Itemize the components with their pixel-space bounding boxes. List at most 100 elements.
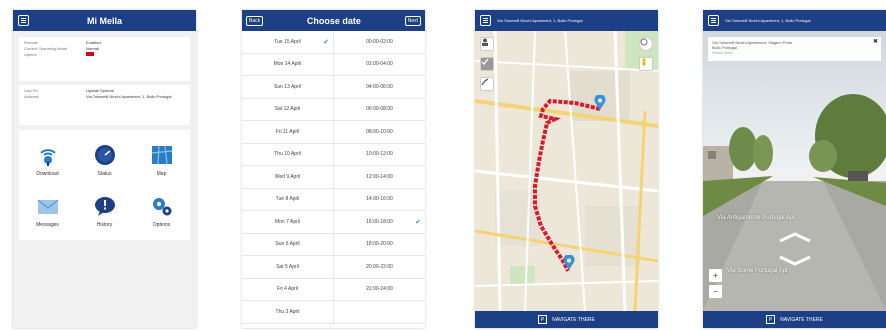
pegman-icon[interactable] [639, 57, 653, 71]
check-icon: ✔ [415, 218, 421, 226]
card-subtitle: Street View [712, 50, 733, 55]
date-label: Sat 12 April [274, 106, 301, 113]
navigate-button[interactable]: P NAVIGATE THERE [703, 311, 886, 328]
time-cell[interactable]: 02:00-04:00 [334, 54, 425, 76]
tile-label: Messages [36, 221, 59, 228]
address-row: Address Via Tolomelli Ninchi Apartment, … [24, 94, 185, 100]
street-header-address: Via Tolomelli Ninchi Apartment, 1, Bollo… [725, 18, 811, 23]
back-button[interactable]: Back [246, 15, 264, 26]
time-label: 20:00-22:00 [366, 263, 393, 270]
street-header: Via Tolomelli Ninchi Apartment, 1, Bollo… [703, 10, 886, 31]
tile-label: Status [97, 170, 112, 177]
date-cell[interactable]: Mon 14 April [242, 53, 334, 75]
date-cell[interactable]: Sun 13 April [242, 76, 334, 98]
route-map[interactable] [475, 31, 658, 311]
time-label: 16:00-18:00 [366, 218, 393, 225]
date-label: Mon 14 April [273, 61, 302, 68]
time-label: 06:00-08:00 [366, 106, 393, 113]
map-icon [150, 143, 174, 167]
street-view-info-card: Via Tolomelli Ninchi Apartment, Viagem P… [708, 37, 881, 61]
route-icon[interactable] [480, 77, 494, 91]
street-view-screen: Via Tolomelli Ninchi Apartment, 1, Bollo… [703, 10, 886, 328]
compass-icon[interactable] [639, 37, 653, 51]
time-cell[interactable]: 16:00-18:00 ✔ [334, 211, 425, 233]
menu-icon[interactable] [480, 15, 491, 26]
time-cell[interactable]: 04:00-06:00 [334, 76, 425, 98]
date-row: Thu 10 April 10:00-12:00 [242, 143, 425, 166]
time-cell[interactable]: 12:00-14:00 [334, 166, 425, 188]
zoom-in-icon[interactable]: + [709, 269, 722, 282]
envelope-icon [36, 194, 60, 218]
tile-options[interactable]: Options [133, 185, 190, 236]
app-header: Mi Mella [13, 10, 196, 31]
time-label: 12:00-14:00 [366, 173, 393, 180]
date-cell[interactable]: Mon 7 April [242, 211, 334, 233]
time-cell[interactable]: 00:00-02:00 [334, 31, 425, 53]
navigate-label: NAVIGATE THERE [780, 316, 823, 323]
tile-messages[interactable]: Messages [19, 185, 76, 236]
navigate-icon: P [766, 315, 776, 324]
time-label: 18:00-20:00 [366, 241, 393, 248]
time-cell[interactable]: 20:00-22:00 [334, 256, 425, 278]
satellite-signal-icon [36, 143, 60, 167]
date-label: Thu 3 April [275, 308, 300, 315]
time-cell[interactable]: 22:00-24:00 [334, 279, 425, 301]
time-cell[interactable]: 06:00-08:00 [334, 99, 425, 121]
date-label: Wed 9 April [274, 173, 301, 180]
date-label: Fri 11 April [275, 128, 300, 135]
person-icon[interactable] [480, 37, 494, 51]
date-cell[interactable]: Thu 10 April [242, 143, 334, 165]
tile-history[interactable]: History [76, 185, 133, 236]
close-icon[interactable]: ✖ [873, 39, 878, 45]
speech-bubble-icon [93, 194, 117, 218]
date-row: Sun 6 April 18:00-20:00 [242, 233, 425, 256]
date-cell[interactable]: Sat 12 April [242, 98, 334, 120]
time-label: 10:00-12:00 [366, 151, 393, 158]
date-row: Tue 15 April ✔ 00:00-02:00 [242, 31, 425, 54]
date-time-list: Tue 15 April ✔ 00:00-02:00 Mon 14 April 02:0… [242, 31, 425, 328]
route-map-screen: Via Tolomelli Ninchi Apartment, 1, Bollo… [475, 10, 658, 328]
time-label: 22:00-24:00 [366, 286, 393, 293]
date-row: Mon 14 April 02:00-04:00 [242, 53, 425, 76]
tile-label: Download [36, 170, 59, 177]
time-cell[interactable]: 14:00-16:00 [334, 189, 425, 211]
status-key: Uptime [24, 52, 37, 57]
time-cell[interactable]: 18:00-20:00 [334, 234, 425, 256]
menu-icon[interactable] [708, 15, 719, 26]
navigate-button[interactable]: P NAVIGATE THERE [475, 311, 658, 328]
zoom-out-icon[interactable]: − [709, 285, 722, 298]
address-key: Address [24, 94, 39, 99]
time-cell[interactable]: 10:00-12:00 [334, 144, 425, 166]
date-label: Tue 15 April [274, 38, 301, 45]
date-cell[interactable]: Thu 3 April [242, 301, 334, 323]
feature-grid: Download Status Map Messages History Opt… [19, 130, 190, 240]
tile-download[interactable]: Download [19, 134, 76, 185]
tile-map[interactable]: Map [133, 134, 190, 185]
check-icon[interactable] [480, 57, 494, 71]
date-cell[interactable]: Tue 8 April [242, 188, 334, 210]
date-label: Tue 8 April [275, 196, 300, 203]
menu-icon[interactable] [18, 15, 29, 26]
date-picker-screen: Back Choose date Next Tue 15 April ✔ 00:00… [242, 10, 425, 328]
date-cell[interactable]: Sat 5 April [242, 256, 334, 278]
street-view[interactable]: Via Tolomelli Ninchi Apartment, Viagem P… [703, 31, 886, 311]
status-panel: Remote Enabled Current Operating Mode No… [19, 37, 190, 81]
next-button[interactable]: Next [404, 15, 421, 26]
date-row: Sun 13 April 04:00-06:00 [242, 76, 425, 99]
map-header-address: Via Tolomelli Ninchi Apartment, 1, Bollo… [497, 18, 583, 23]
chevron-up-icon[interactable] [778, 229, 812, 247]
gears-icon [150, 194, 174, 218]
time-cell[interactable]: 08:00-10:00 [334, 121, 425, 143]
tile-label: Map [156, 170, 167, 177]
date-cell[interactable]: Fri 4 April [242, 278, 334, 300]
tile-status[interactable]: Status [76, 134, 133, 185]
date-cell[interactable]: Wed 9 April [242, 166, 334, 188]
date-cell[interactable]: Fri 11 April [242, 121, 334, 143]
time-label: 04:00-06:00 [366, 83, 393, 90]
date-cell[interactable]: Tue 15 April ✔ [242, 31, 334, 53]
time-label: 14:00-16:00 [366, 196, 393, 203]
date-row: Tue 8 April 14:00-16:00 [242, 188, 425, 211]
chevron-down-icon[interactable] [778, 253, 812, 271]
date-cell[interactable]: Sun 6 April [242, 233, 334, 255]
time-label: 08:00-10:00 [366, 128, 393, 135]
